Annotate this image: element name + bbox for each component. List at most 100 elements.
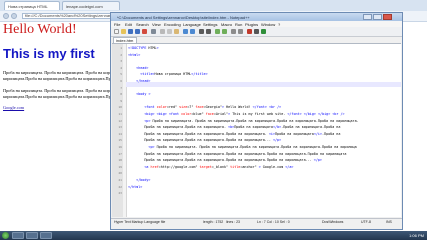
browser-tab-label: Нова страница HTML — [8, 4, 48, 9]
code-line: <!DOCTYPE HTML> — [128, 46, 159, 50]
undo-icon[interactable] — [183, 29, 188, 34]
line-number: 1 — [120, 46, 122, 50]
play-macro-icon[interactable] — [261, 29, 266, 34]
line-number: 13 — [118, 125, 122, 130]
line-number: 7 — [120, 85, 122, 90]
status-file-type: Hyper Text Markup Language file — [114, 220, 166, 224]
line-number: 22 — [118, 184, 122, 189]
browser-tab-active[interactable]: Нова страница HTML — [4, 1, 60, 10]
browser-tab-label: lenape.codeigni.com — [66, 4, 103, 9]
line-number: 19 — [118, 164, 122, 169]
line-number: 18 — [118, 158, 122, 163]
current-line-highlight — [126, 82, 401, 87]
line-number-gutter: 1 2 3 4 5 6 7 8 9 10 11 12 13 14 15 16 17 18 19 20 21 22 23 — [112, 44, 123, 217]
record-macro-icon[interactable] — [247, 29, 252, 34]
code-line: Проба на кирилицата.Проба на кирилицата.… — [144, 151, 347, 156]
code-line: Проба на кирилицата.Проба на кирилицата.… — [144, 125, 341, 130]
code-line: <p> Проба на кирилицата. Проба на кирили… — [144, 118, 359, 123]
line-number: 15 — [118, 138, 122, 143]
code-line: <title>Нова страница HTML</title> — [140, 72, 208, 77]
line-number: 9 — [120, 98, 122, 103]
save-icon[interactable] — [128, 29, 133, 34]
line-number: 5 — [120, 72, 122, 77]
line-number: 20 — [118, 171, 122, 176]
fold-margin — [123, 44, 127, 217]
close-file-icon[interactable] — [142, 29, 147, 34]
line-number: 12 — [118, 118, 122, 123]
code-line: </body> — [136, 178, 151, 182]
forward-button[interactable] — [11, 13, 17, 19]
line-number: 6 — [120, 79, 122, 83]
taskbar-clock: 1:06 PM — [409, 233, 424, 238]
notepad-titlebar: *C:\Documents and Settings\zennarov\Desk… — [111, 13, 402, 21]
code-line: <html> — [128, 52, 141, 57]
code-editor[interactable]: 1 2 3 4 5 6 7 8 9 10 11 12 13 14 15 16 17 18 19 20 21 22 23 <!… — [112, 43, 401, 217]
line-number: 8 — [120, 92, 122, 97]
web-page: Hello World! This is my first Проба на к… — [0, 22, 121, 230]
window-title: *C:\Documents and Settings\zennarov\Desk… — [117, 15, 250, 20]
maximize-button[interactable] — [373, 14, 382, 20]
code-line: <head> — [136, 65, 149, 70]
taskbar-explorer-button[interactable] — [40, 232, 52, 239]
status-lines: lines : 23 — [226, 220, 241, 224]
code-line: <body > — [136, 92, 151, 97]
close-button[interactable] — [383, 14, 392, 20]
line-number: 11 — [118, 112, 122, 116]
code-line: <p> Проба на кирилицата. Проба на кирили… — [148, 145, 357, 149]
back-button[interactable] — [3, 13, 9, 19]
replace-icon[interactable] — [206, 29, 211, 34]
open-file-icon[interactable] — [121, 29, 126, 34]
paragraph-line: кирилицата.Проба на кирилицата.Проба на … — [3, 94, 121, 99]
zoom-in-icon[interactable] — [215, 29, 220, 34]
code-line: Проба на кирилицата.Проба на кирилицата.… — [144, 138, 282, 143]
code-line: </html> — [128, 184, 143, 189]
notepad-window: *C:\Documents and Settings\zennarov\Desk… — [110, 12, 403, 230]
code-line: <font color=red" size=7" face=Georgia"> … — [144, 105, 282, 110]
line-number: 10 — [118, 105, 122, 110]
redo-icon[interactable] — [190, 29, 195, 34]
paragraph-line: кирилицата.Проба на кирилицата.Проба на … — [3, 76, 121, 81]
code-line: <a href=http://google.com" target=_blank… — [144, 164, 294, 169]
status-encoding: UTF-8 — [361, 220, 371, 224]
show-all-chars-icon[interactable] — [238, 29, 243, 34]
find-icon[interactable] — [199, 29, 204, 34]
line-number: 16 — [118, 145, 122, 149]
status-eol: Dos\Windows — [322, 220, 344, 224]
print-icon[interactable] — [151, 29, 156, 34]
line-number: 2 — [120, 52, 122, 57]
code-line: Проба на кирилицата.Проба на кирилицата.… — [144, 158, 322, 163]
start-button[interactable] — [2, 232, 9, 239]
line-number: 23 — [118, 191, 122, 196]
new-file-icon[interactable] — [114, 29, 119, 34]
paste-icon[interactable] — [174, 29, 179, 34]
line-number: 21 — [118, 178, 122, 182]
stop-macro-icon[interactable] — [254, 29, 259, 34]
status-bar: Hyper Text Markup Language file length :… — [111, 218, 402, 225]
code-line: <big> <big> <font color=blue" face=Arial… — [144, 112, 345, 116]
taskbar-notepad-button[interactable] — [26, 232, 38, 239]
line-number: 14 — [118, 131, 122, 136]
word-wrap-icon[interactable] — [231, 29, 236, 34]
code-line: </head> — [136, 79, 151, 83]
minimize-button[interactable] — [363, 14, 372, 20]
cut-icon[interactable] — [160, 29, 165, 34]
google-link[interactable]: Google.com — [3, 105, 24, 110]
status-length: length : 1752 — [203, 220, 224, 224]
browser-tab[interactable]: lenape.codeigni.com — [62, 1, 120, 10]
save-all-icon[interactable] — [135, 29, 140, 34]
line-number: 3 — [120, 59, 122, 64]
notepad-toolbar — [111, 27, 402, 37]
status-position: Ln : 7 Col : 10 Sel : 0 — [257, 220, 290, 224]
page-heading-hello: Hello World! — [3, 22, 77, 37]
copy-icon[interactable] — [167, 29, 172, 34]
line-number: 17 — [118, 151, 122, 156]
code-line: Проба на кирилицата.Проба на кирилицата.… — [144, 131, 341, 136]
taskbar-browser-button[interactable] — [12, 232, 24, 239]
zoom-out-icon[interactable] — [222, 29, 227, 34]
status-mode: INS — [386, 220, 392, 224]
page-heading-first-site: This is my first — [3, 46, 95, 61]
